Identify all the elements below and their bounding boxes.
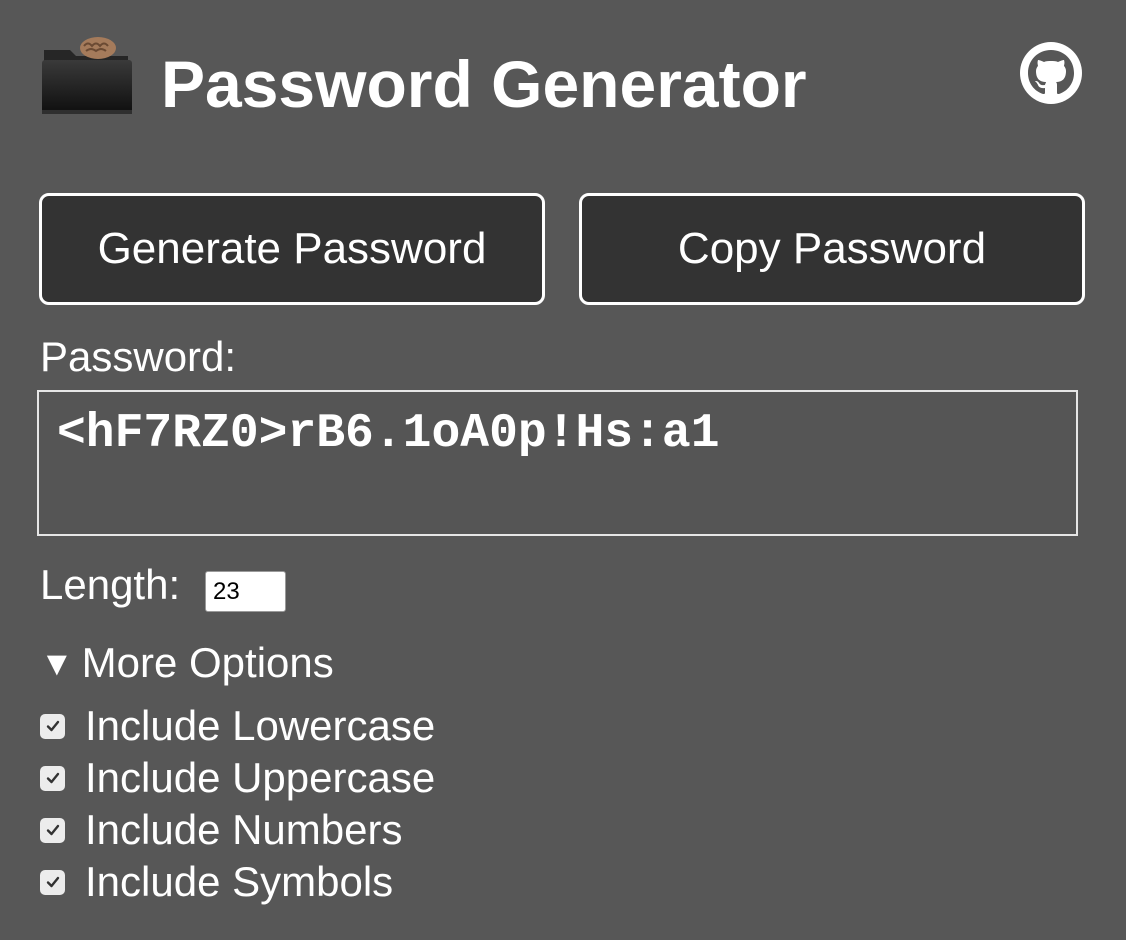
symbols-label: Include Symbols <box>85 858 394 905</box>
triangle-down-icon: ▼ <box>40 645 74 683</box>
uppercase-checkbox[interactable] <box>40 765 65 791</box>
checkmark-icon <box>46 720 59 732</box>
option-uppercase[interactable]: Include Uppercase <box>40 752 435 804</box>
numbers-checkbox[interactable] <box>40 817 65 843</box>
github-link[interactable] <box>1018 40 1084 106</box>
checkmark-icon <box>46 772 59 784</box>
generate-password-button[interactable]: Generate Password <box>39 193 545 305</box>
folder-with-brain-icon <box>42 37 132 114</box>
symbols-checkbox[interactable] <box>40 869 65 895</box>
page-title: Password Generator <box>161 47 807 121</box>
lowercase-label: Include Lowercase <box>85 702 436 749</box>
option-symbols[interactable]: Include Symbols <box>40 856 393 908</box>
option-numbers[interactable]: Include Numbers <box>40 804 402 856</box>
option-lowercase[interactable]: Include Lowercase <box>40 700 435 752</box>
more-options-toggle[interactable]: ▼ More Options <box>40 636 334 691</box>
more-options-label: More Options <box>81 639 334 686</box>
numbers-label: Include Numbers <box>85 806 403 853</box>
checkmark-icon <box>46 824 59 836</box>
github-icon <box>1020 42 1082 104</box>
length-label: Length: <box>40 561 181 608</box>
password-output[interactable]: <hF7RZ0>rB6.1oA0p!Hs:a1 <box>37 390 1078 536</box>
lowercase-checkbox[interactable] <box>40 713 65 739</box>
uppercase-label: Include Uppercase <box>85 754 436 801</box>
checkmark-icon <box>46 876 59 888</box>
password-label: Password: <box>40 333 237 380</box>
length-input[interactable] <box>205 571 286 612</box>
copy-password-button[interactable]: Copy Password <box>579 193 1085 305</box>
